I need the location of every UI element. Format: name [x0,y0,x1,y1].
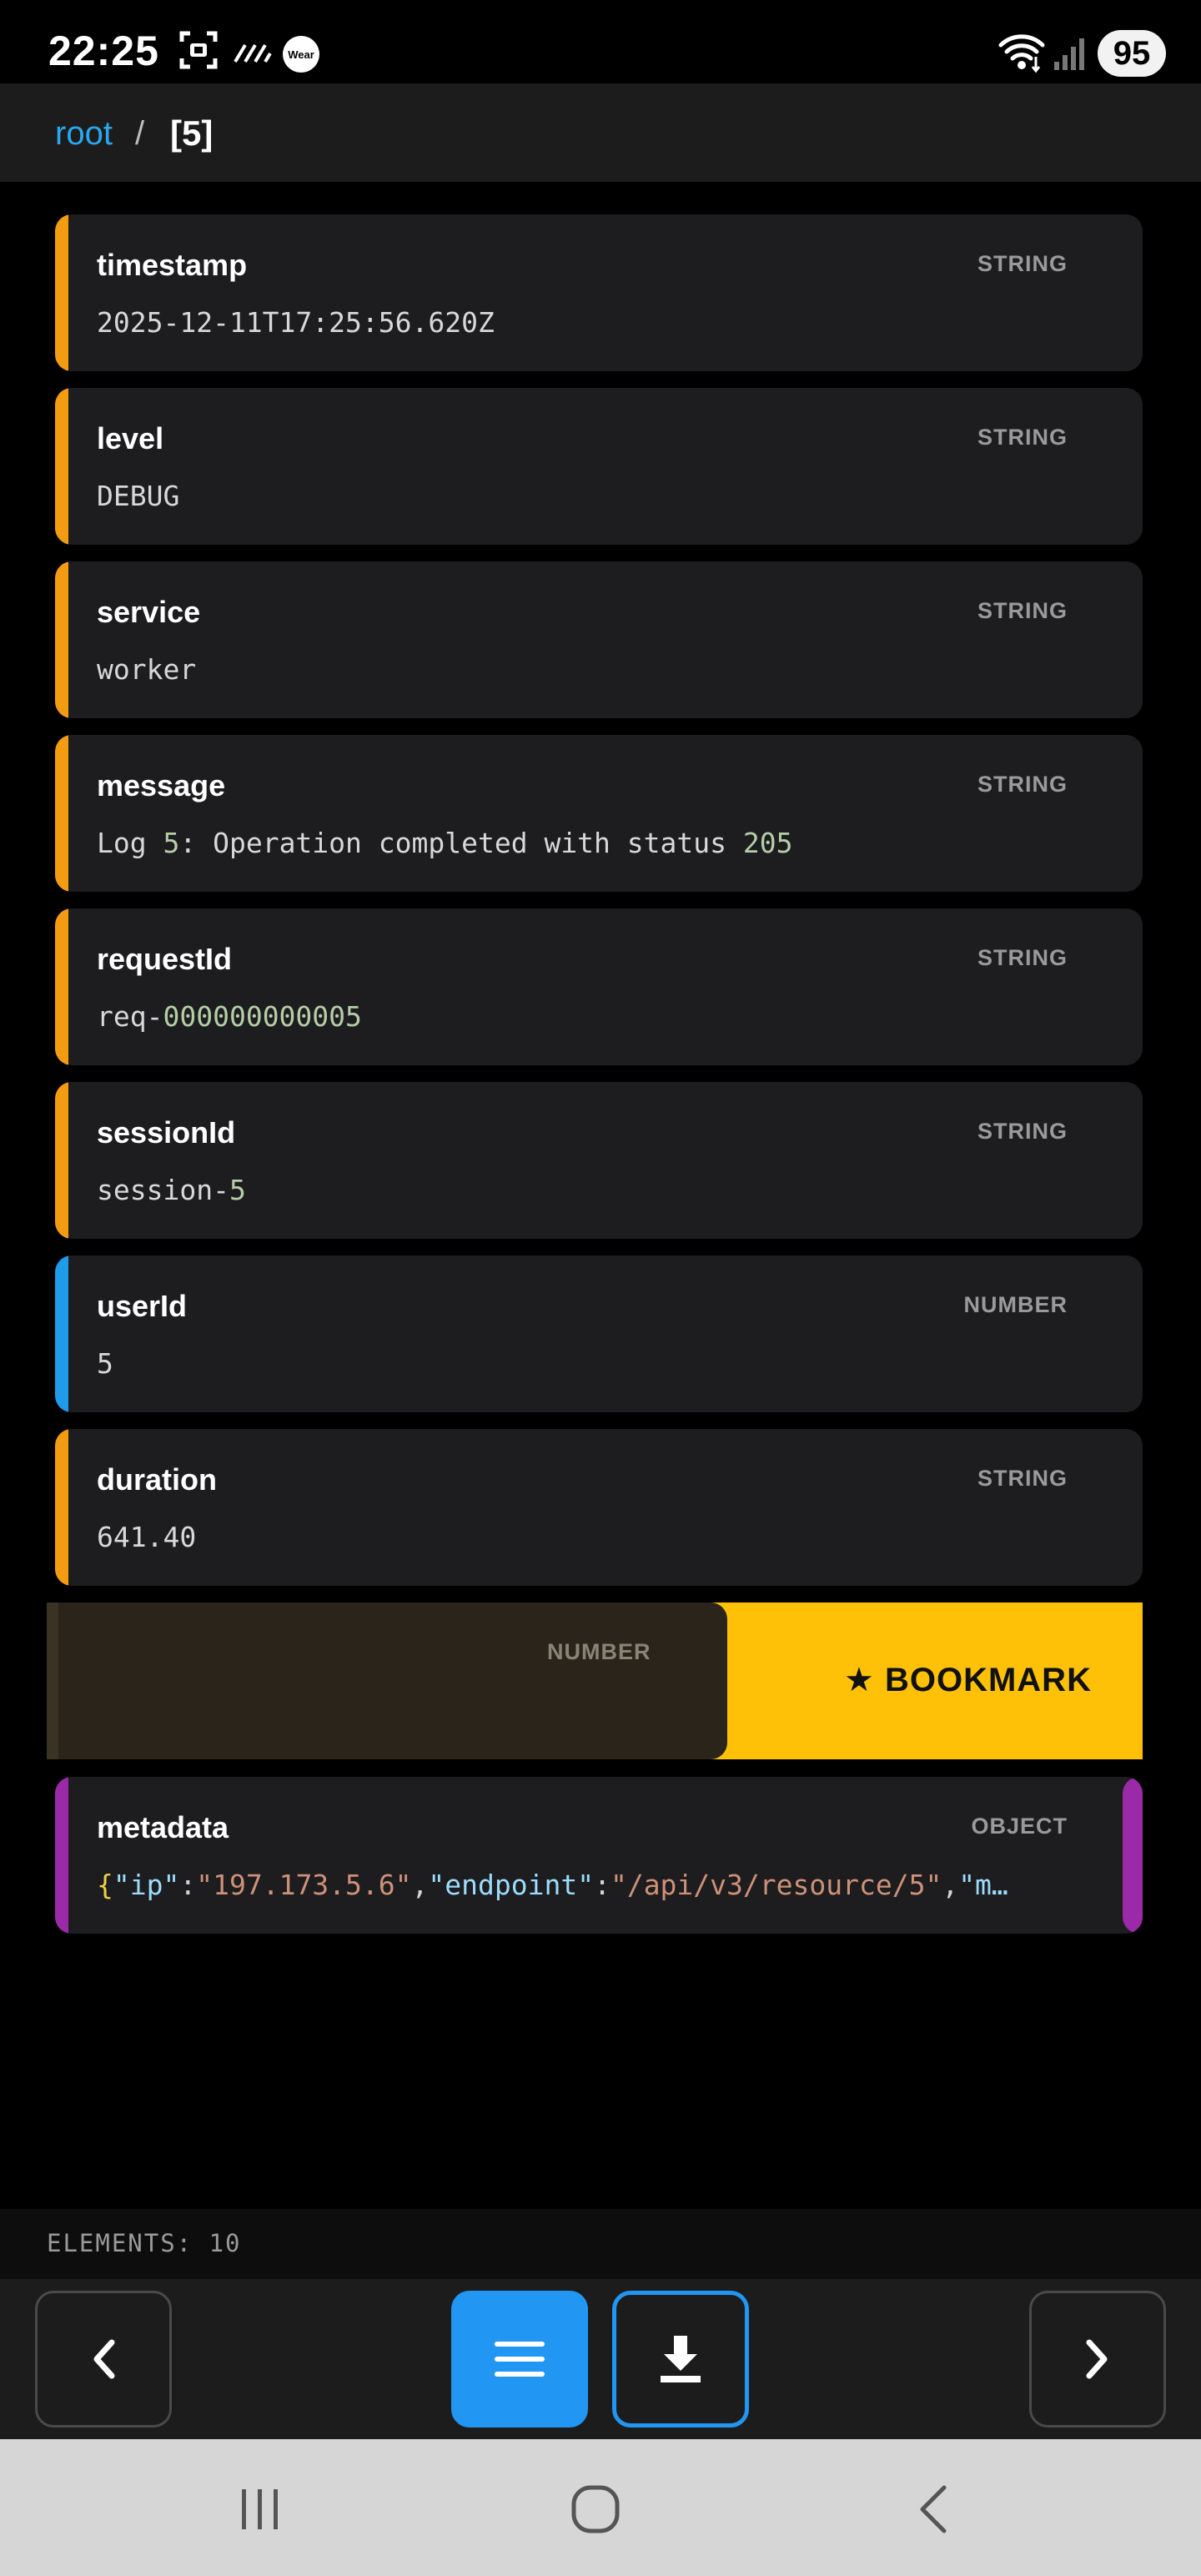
home-button[interactable] [562,2476,629,2543]
entry-value: DEBUG [97,480,180,512]
string-type-bar [55,908,68,1065]
string-type-bar [55,214,68,371]
entry-key: userId [97,1289,188,1323]
cellular-signal-icon [1053,35,1086,76]
entry-type: NUMBER [963,1292,1068,1317]
screenshot-icon [178,30,219,74]
download-button[interactable] [612,2291,749,2428]
recent-apps-button[interactable] [227,2476,294,2543]
signal-stripes-icon [232,40,272,69]
number-type-bar [47,1602,58,1759]
entry-value: {"ip":"197.173.5.6","endpoint":"/api/v3/… [97,1869,1008,1901]
entry-value: 641.40 [97,1521,197,1553]
entry-key: sessionId [97,1115,236,1150]
entry-key: metadata [97,1810,229,1844]
breadcrumb-current: [5] [170,113,214,153]
download-icon [661,2336,701,2382]
elements-count: ELEMENTS: 10 [47,2229,242,2257]
string-type-bar [55,561,68,718]
bottom-toolbar [0,2279,1201,2439]
entry-value: Log 5: Operation completed with status 2… [97,827,793,859]
entry-value: 2025-12-11T17:25:56.620Z [97,306,495,339]
swipe-edge-indicator [1123,1777,1143,1934]
entry-type: OBJECT [971,1814,1068,1839]
entry-card-swiped[interactable]: NUMBER [47,1602,727,1759]
entry-value: 5 [97,1347,113,1380]
entry-type: STRING [977,1466,1068,1491]
entry-value: req-000000000005 [97,1000,362,1033]
system-nav-bar [0,2439,1201,2576]
previous-button[interactable] [35,2291,172,2428]
object-type-bar [55,1777,68,1934]
chevron-right-icon [1086,2339,1108,2379]
status-bar: 22:25 Wear 95 [0,0,1201,83]
bookmark-button[interactable]: ★ BOOKMARK [844,1661,1092,1699]
entry-key: service [97,595,201,629]
entry-card-sessionid[interactable]: sessionId STRING session-5 [55,1082,1143,1239]
entry-card-duration[interactable]: duration STRING 641.40 [55,1429,1143,1586]
next-button[interactable] [1029,2291,1166,2428]
swipe-bookmark-row[interactable]: NUMBER ★ BOOKMARK [47,1602,1143,1759]
string-type-bar [55,388,68,545]
elements-count-bar: ELEMENTS: 10 [0,2209,1201,2279]
entry-card-message[interactable]: message STRING Log 5: Operation complete… [55,735,1143,892]
entry-type: STRING [977,945,1068,970]
entry-key: message [97,768,226,802]
entry-card-level[interactable]: level STRING DEBUG [55,388,1143,545]
entry-value: worker [97,653,197,686]
entry-type: STRING [977,1119,1068,1144]
list-view-button[interactable] [451,2291,588,2428]
entry-key: requestId [97,942,233,976]
string-type-bar [55,1082,68,1239]
entry-card-metadata[interactable]: metadata OBJECT {"ip":"197.173.5.6","end… [55,1777,1143,1934]
breadcrumb: root / [5] [0,83,1201,182]
battery-icon: 95 [1098,30,1166,77]
breadcrumb-separator: / [135,115,145,152]
status-time: 22:25 [48,28,159,74]
back-button[interactable] [899,2476,966,2543]
entry-card-service[interactable]: service STRING worker [55,561,1143,718]
wear-app-icon: Wear [282,35,320,78]
entry-type: STRING [977,425,1068,450]
svg-text:Wear: Wear [288,48,314,61]
breadcrumb-root-link[interactable]: root [55,115,113,153]
entry-type: STRING [977,598,1068,623]
string-type-bar [55,1429,68,1586]
back-icon [920,2485,947,2533]
number-type-bar [55,1255,68,1412]
entry-type: NUMBER [547,1639,651,1664]
string-type-bar [55,735,68,892]
entry-value: session-5 [97,1174,246,1206]
entry-key: duration [97,1462,217,1497]
chevron-left-icon [93,2339,115,2379]
entry-type: STRING [977,251,1068,276]
entry-card-timestamp[interactable]: timestamp STRING 2025-12-11T17:25:56.620… [55,214,1143,371]
list-icon [495,2342,545,2377]
entry-card-userid[interactable]: userId NUMBER 5 [55,1255,1143,1412]
entry-type: STRING [977,772,1068,797]
entry-key: level [97,421,164,455]
wifi-icon [997,32,1046,78]
home-icon [571,2485,620,2533]
entry-card-requestid[interactable]: requestId STRING req-000000000005 [55,908,1143,1065]
entry-key: timestamp [97,248,248,282]
recents-icon [242,2489,278,2529]
